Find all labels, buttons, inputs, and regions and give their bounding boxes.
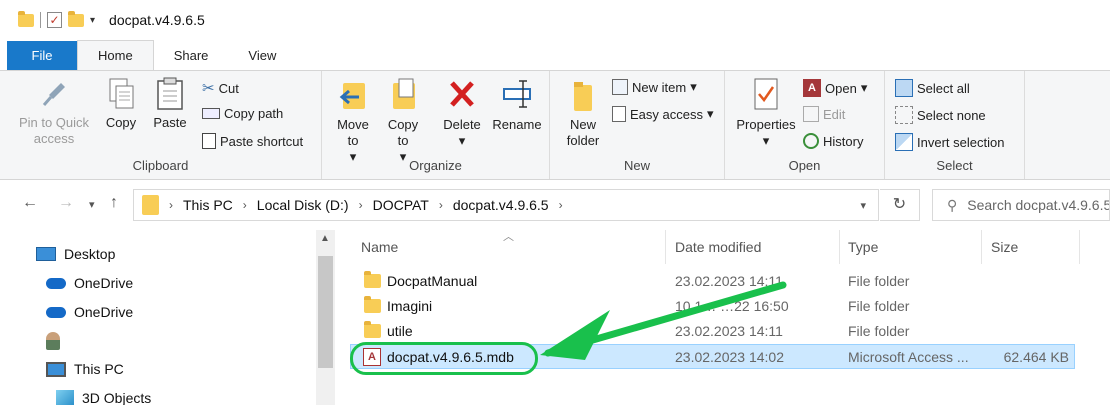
- annotation-arrow: [540, 281, 787, 360]
